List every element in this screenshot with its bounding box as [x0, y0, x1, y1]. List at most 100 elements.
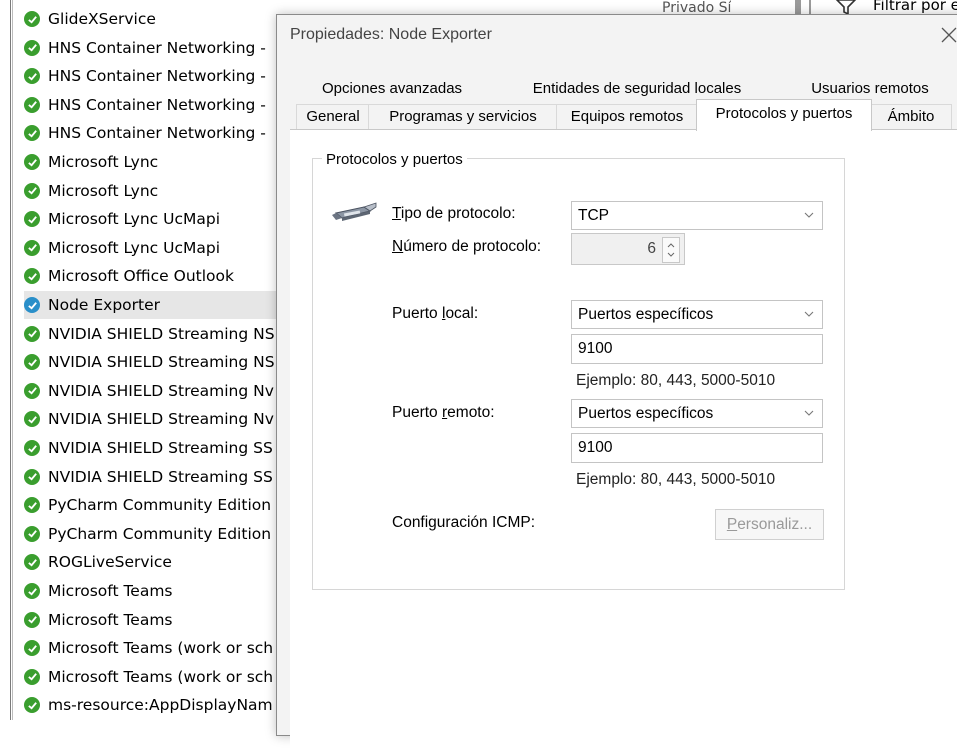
protocol-number-label: Número de protocolo: [392, 238, 541, 256]
rule-name: ms-resource:AppDisplayNam [48, 696, 273, 715]
icmp-label: Configuración ICMP: [392, 514, 536, 531]
rule-name: HNS Container Networking - [48, 67, 266, 86]
protocol-number-stepper[interactable]: 6 [571, 233, 685, 265]
enabled-check-icon [24, 182, 40, 199]
enabled-check-icon [24, 154, 40, 170]
tab-programas-servicios[interactable]: Programas y servicios [368, 104, 558, 129]
rule-name: Microsoft Lync UcMapi [48, 210, 221, 229]
close-icon [941, 27, 957, 43]
rule-name: Microsoft Lync [48, 153, 159, 171]
enabled-check-icon [24, 211, 40, 228]
protocol-number-label-rest: úmero de protocolo: [403, 238, 542, 255]
rule-name: Microsoft Teams (work or sch [48, 667, 274, 686]
protocol-type-label-rest: ipo de protocolo: [400, 205, 516, 222]
rule-name: NVIDIA SHIELD Streaming NS [48, 353, 275, 372]
tab-opciones-avanzadas[interactable]: Opciones avanzadas [307, 80, 477, 100]
customize-button[interactable]: Personaliz... [715, 509, 824, 540]
firewall-rules-list: GlideXService HNS Container Networking - H… [0, 0, 300, 720]
local-port-input[interactable]: 9100 [571, 334, 823, 364]
tab-protocolos-puertos[interactable]: Protocolos y puertos [696, 99, 872, 131]
local-port-label-rest: ocal: [445, 305, 479, 322]
rule-name: HNS Container Networking - [48, 124, 266, 143]
enabled-check-icon [24, 668, 40, 685]
rule-list-item[interactable]: NVIDIA SHIELD Streaming NS [24, 348, 300, 376]
enabled-check-icon [24, 96, 40, 113]
protocol-type-mnemonic: T [392, 205, 401, 222]
tab-entidades-seguridad-locales[interactable]: Entidades de seguridad locales [517, 80, 757, 100]
local-port-mode: Puertos específicos [578, 306, 714, 323]
rule-list-item[interactable]: Node Exporter [24, 291, 300, 319]
protocol-number-mnemonic: N [392, 238, 404, 255]
rule-list-item[interactable]: ROGLiveService [24, 548, 300, 576]
rule-list-item[interactable]: ms-resource:AppDisplayNam [24, 691, 300, 719]
chevron-down-icon [804, 410, 814, 416]
local-port-value: 9100 [578, 340, 613, 357]
chevron-down-icon [804, 311, 814, 317]
protocol-type-value: TCP [578, 207, 609, 224]
rule-name: Microsoft Office Outlook [48, 267, 234, 286]
enabled-check-icon [24, 297, 40, 313]
remote-port-label: Puerto remoto: [392, 404, 495, 422]
stepper-arrows[interactable] [662, 237, 680, 263]
tab-equipos-remotos[interactable]: Equipos remotos [556, 104, 698, 129]
local-port-example: Ejemplo: 80, 443, 5000-5010 [576, 372, 776, 389]
enabled-check-icon [24, 239, 40, 256]
rule-name: PyCharm Community Edition [48, 524, 272, 543]
rule-list-item[interactable]: Microsoft Lync [24, 177, 300, 205]
rule-list-item[interactable]: PyCharm Community Edition [24, 491, 300, 519]
enabled-check-icon [24, 640, 40, 657]
rule-list-item[interactable]: Microsoft Teams (work or sch [24, 634, 300, 662]
close-button[interactable] [937, 23, 957, 47]
enabled-check-icon [24, 440, 40, 456]
enabled-check-icon [24, 554, 40, 571]
rule-list-item[interactable]: GlideXService [24, 5, 300, 33]
rule-list-item[interactable]: HNS Container Networking - [24, 34, 300, 62]
rule-list-item[interactable]: HNS Container Networking - [24, 119, 300, 147]
rule-list-item[interactable]: NVIDIA SHIELD Streaming SS [24, 434, 300, 462]
customize-label-rest: ersonaliz... [737, 516, 813, 533]
local-port-dropdown[interactable]: Puertos específicos [571, 300, 823, 329]
rule-list-item[interactable]: Microsoft Lync [24, 148, 300, 176]
remote-port-input[interactable]: 9100 [571, 433, 823, 463]
rule-name: NVIDIA SHIELD Streaming Nv [48, 381, 274, 400]
customize-mnemonic: P [726, 516, 738, 533]
chevron-down-icon [804, 212, 814, 218]
network-cable-icon [330, 199, 380, 229]
rule-list-item[interactable]: Microsoft Teams [24, 577, 300, 605]
enabled-check-icon [24, 468, 40, 485]
rule-list-item[interactable]: NVIDIA SHIELD Streaming Nv [24, 377, 300, 405]
rule-name: NVIDIA SHIELD Streaming Nv [48, 410, 274, 429]
enabled-check-icon [24, 125, 40, 142]
tab-usuarios-remotos[interactable]: Usuarios remotos [795, 80, 945, 100]
rule-list-item[interactable]: HNS Container Networking - [24, 91, 300, 119]
list-border-inner [12, 0, 13, 720]
rule-list-item[interactable]: Microsoft Lync UcMapi [24, 234, 300, 262]
remote-port-dropdown[interactable]: Puertos específicos [571, 399, 823, 428]
rule-name: Microsoft Teams (work or sch [48, 639, 274, 658]
rule-name: Microsoft Teams [48, 582, 173, 600]
remote-port-mode: Puertos específicos [578, 405, 714, 422]
tab-ambito[interactable]: Ámbito [870, 104, 952, 129]
filter-by-label[interactable]: Filtrar por e [873, 0, 957, 14]
enabled-check-icon [24, 497, 40, 514]
rule-name: Node Exporter [48, 296, 161, 314]
rule-list-item[interactable]: Microsoft Lync UcMapi [24, 205, 300, 233]
tab-general[interactable]: General [296, 104, 370, 129]
protocol-type-dropdown[interactable]: TCP [571, 201, 823, 230]
rule-name: PyCharm Community Edition [48, 496, 272, 515]
rule-list-item[interactable]: NVIDIA SHIELD Streaming SS [24, 463, 300, 491]
local-port-label-prefix: Puerto [392, 305, 442, 322]
rule-list-item[interactable]: Microsoft Office Outlook [24, 262, 300, 290]
rule-list-item[interactable]: HNS Container Networking - [24, 62, 300, 90]
rule-list-item[interactable]: Microsoft Teams (work or sch [24, 663, 300, 691]
properties-dialog: Propiedades: Node Exporter Opciones avan… [276, 14, 957, 750]
enabled-check-icon [24, 525, 40, 542]
rule-list-item[interactable]: PyCharm Community Edition [24, 520, 300, 548]
rule-name: Microsoft Lync [48, 181, 159, 200]
rule-list-item[interactable]: NVIDIA SHIELD Streaming NS [24, 320, 300, 348]
rule-list-item[interactable]: NVIDIA SHIELD Streaming Nv [24, 405, 300, 433]
rule-list-item[interactable]: Microsoft Teams [24, 606, 300, 634]
stepper-down-icon [667, 252, 675, 257]
enabled-check-icon [24, 411, 40, 428]
enabled-check-icon [24, 11, 40, 27]
